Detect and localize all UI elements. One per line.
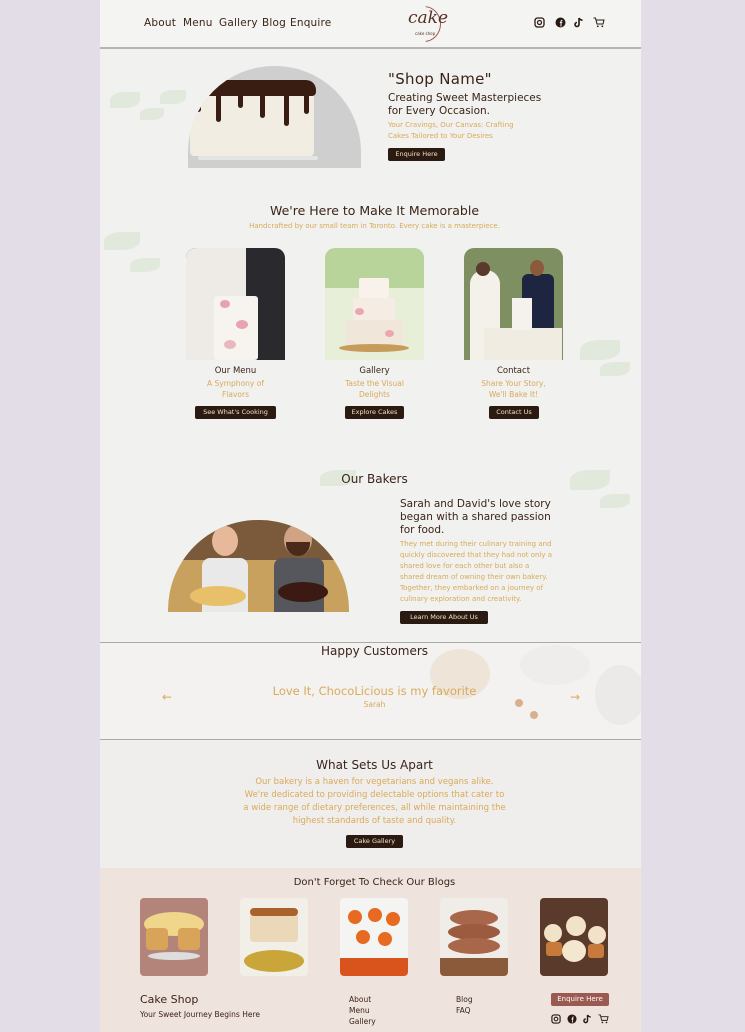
apart-title: What Sets Us Apart [316, 758, 433, 772]
blog-caramel-cupcakes-image[interactable] [540, 898, 608, 976]
footer-enquire-button[interactable]: Enquire Here [551, 993, 609, 1006]
menu-card-title: Our Menu [214, 366, 257, 376]
contact-card-sub-1: Share Your Story, [481, 379, 546, 388]
nav-menu-link[interactable]: Menu [183, 17, 213, 29]
cake-gallery-button[interactable]: Cake Gallery [346, 835, 403, 848]
contact-card-image[interactable] [464, 248, 563, 360]
nav-about-link[interactable]: About [144, 17, 176, 29]
testimonial-author: Sarah [363, 700, 386, 709]
leaf-decoration [600, 494, 630, 508]
nav-blog-link[interactable]: Blog [262, 17, 286, 29]
blog-pumpkin-cupcakes-image[interactable] [340, 898, 408, 976]
bakers-body-2: quickly discovered that they had not onl… [400, 551, 553, 559]
memorable-subtitle: Handcrafted by our small team in Toronto… [249, 222, 500, 230]
leaf-decoration [130, 258, 160, 272]
apart-text-3: a wide range of dietary preferences, all… [243, 803, 506, 813]
page: About Menu Gallery Blog Enquire cake cak… [100, 0, 641, 1032]
hero-subtext-1: Your Cravings, Our Canvas: Crafting [388, 121, 514, 129]
footer-faq-link[interactable]: FAQ [456, 1006, 471, 1015]
apart-text-4: highest standards of taste and quality. [292, 816, 457, 826]
cart-icon[interactable] [593, 17, 605, 28]
hero-cake-image [188, 66, 361, 168]
next-arrow-icon[interactable]: → [570, 690, 580, 704]
bakers-body-3: shared love for each other but also a [400, 562, 530, 570]
facebook-icon[interactable] [555, 17, 566, 28]
logo-main-text: cake [408, 8, 449, 28]
footer-cart-icon[interactable] [598, 1014, 609, 1024]
gallery-card-title: Gallery [359, 366, 390, 376]
bakers-heading-1: Sarah and David's love story [400, 498, 551, 510]
hero-tagline-2: for Every Occasion. [388, 105, 491, 117]
see-whats-cooking-button[interactable]: See What's Cooking [195, 406, 276, 419]
tiktok-icon[interactable] [574, 17, 584, 28]
footer-facebook-icon[interactable] [567, 1014, 577, 1024]
leaf-decoration [580, 340, 620, 360]
footer-gallery-link[interactable]: Gallery [349, 1017, 376, 1026]
bakers-image [168, 520, 349, 612]
hero-shop-name: "Shop Name" [388, 70, 492, 88]
gallery-card-sub-2: Delights [359, 390, 390, 399]
bakers-body-5: Together, they embarked on a journey of [400, 584, 544, 592]
blog-cupcakes-image[interactable] [140, 898, 208, 976]
footer-instagram-icon[interactable] [551, 1014, 561, 1024]
instagram-icon[interactable] [534, 17, 545, 28]
footer-menu-link[interactable]: Menu [349, 1006, 370, 1015]
logo-sub-text: cake shop [415, 31, 436, 36]
nav-enquire-link[interactable]: Enquire [290, 17, 331, 29]
footer-tagline: Your Sweet Journey Begins Here [140, 1010, 260, 1019]
contact-us-button[interactable]: Contact Us [489, 406, 539, 419]
nav-gallery-link[interactable]: Gallery [219, 17, 258, 29]
bakers-heading-3: for food. [400, 524, 445, 536]
gallery-card-sub-1: Taste the Visual [345, 379, 404, 388]
footer-blog-link[interactable]: Blog [456, 995, 473, 1004]
learn-more-button[interactable]: Learn More About Us [400, 611, 488, 624]
footer-about-link[interactable]: About [349, 995, 371, 1004]
bakers-title: Our Bakers [341, 472, 408, 486]
apart-text-2: We're dedicated to providing delectable … [244, 790, 505, 800]
nav-divider [100, 47, 641, 49]
hero-subtext-2: Cakes Tailored to Your Desires [388, 132, 493, 140]
memorable-title: We're Here to Make It Memorable [269, 203, 480, 218]
gallery-card-image[interactable] [325, 248, 424, 360]
leaf-decoration [160, 90, 186, 104]
menu-card-image[interactable] [186, 248, 285, 360]
footer-brand: Cake Shop [140, 993, 199, 1006]
leaf-decoration [140, 108, 164, 120]
blogs-title: Don't Forget To Check Our Blogs [293, 877, 456, 888]
leaf-decoration [600, 362, 630, 376]
contact-card-title: Contact [496, 366, 531, 376]
hero-enquire-button[interactable]: Enquire Here [388, 148, 445, 161]
leaf-decoration [110, 92, 140, 108]
top-nav: About Menu Gallery Blog Enquire cake cak… [100, 0, 641, 48]
blog-donuts-image[interactable] [440, 898, 508, 976]
testimonials-title: Happy Customers [320, 644, 429, 658]
menu-card-sub-2: Flavors [221, 390, 249, 399]
contact-card-sub-2: We'll Bake It! [488, 390, 539, 399]
bakers-body-4: shared dream of owning their own bakery. [400, 573, 548, 581]
footer-tiktok-icon[interactable] [583, 1014, 592, 1024]
hero-tagline-1: Creating Sweet Masterpieces [388, 92, 542, 104]
explore-cakes-button[interactable]: Explore Cakes [345, 406, 404, 419]
blog-drip-cake-image[interactable] [240, 898, 308, 976]
menu-card-sub-1: A Symphony of [207, 379, 264, 388]
apart-text-1: Our bakery is a haven for vegetarians an… [255, 777, 494, 787]
bakers-body-1: They met during their culinary training … [400, 540, 552, 548]
bakers-heading-2: began with a shared passion [400, 511, 551, 523]
logo[interactable]: cake cake shop [403, 4, 448, 44]
leaf-decoration [104, 232, 140, 250]
testimonial-quote: Love It, ChocoLicious is my favorite [272, 684, 477, 698]
bakers-body-6: culinary exploration and creativity. [400, 595, 522, 603]
